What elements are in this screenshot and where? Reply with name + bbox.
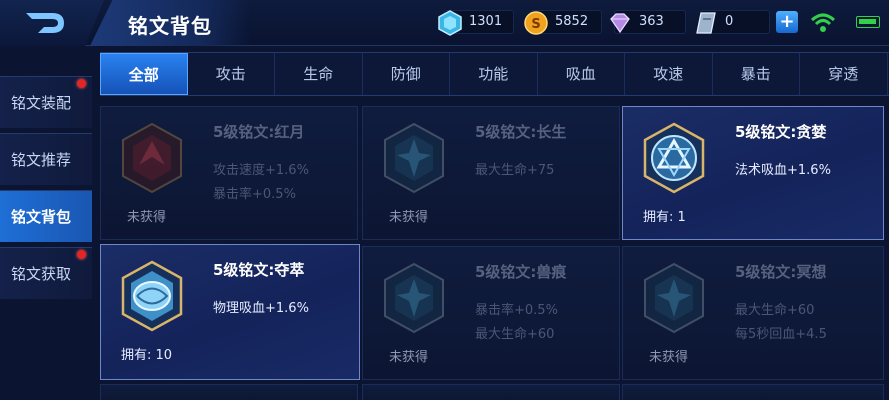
ownership-status: 拥有: 10 xyxy=(121,348,173,363)
inscription-name: 5级铭文:红月 xyxy=(213,123,305,141)
inscription-card-partial[interactable] xyxy=(362,384,620,400)
ownership-status: 未获得 xyxy=(389,210,429,225)
sidebar-item-label: 铭文背包 xyxy=(11,208,72,226)
currency-fragment: 0 xyxy=(696,10,770,34)
inscription-card-partial[interactable] xyxy=(100,384,358,400)
tab-utility[interactable]: 功能 xyxy=(450,53,538,95)
inscription-card[interactable]: 5级铭文:贪婪 法术吸血+1.6% 拥有: 1 xyxy=(622,106,884,240)
currency-gold: S 5852 xyxy=(524,10,602,35)
page-title: 铭文背包 xyxy=(128,14,212,38)
inscription-card[interactable]: 5级铭文:夺萃 物理吸血+1.6% 拥有: 10 xyxy=(100,244,360,380)
top-bar: 铭文背包 1301 S 5852 363 0 + xyxy=(0,0,889,46)
ownership-status: 未获得 xyxy=(127,210,167,225)
tab-health[interactable]: 生命 xyxy=(275,53,363,95)
blue-inscription-gem-icon xyxy=(644,262,704,334)
notification-dot xyxy=(77,79,86,88)
inscription-stat: 法术吸血+1.6% xyxy=(735,163,831,178)
diamond-count: 363 xyxy=(639,14,664,29)
purple-diamond-icon xyxy=(610,13,630,34)
fragment-count: 0 xyxy=(725,14,734,29)
inscription-stat: 最大生命+75 xyxy=(475,163,555,178)
gold-count: 5852 xyxy=(555,14,589,29)
ownership-status: 未获得 xyxy=(389,350,429,365)
tab-attack-speed[interactable]: 攻速 xyxy=(625,53,713,95)
add-currency-button[interactable]: + xyxy=(776,11,798,33)
sidebar-item-obtain[interactable]: 铭文获取 xyxy=(0,247,92,299)
inscription-stat: 最大生命+60 xyxy=(735,303,815,318)
red-inscription-gem-icon xyxy=(122,122,182,194)
inscription-name: 5级铭文:贪婪 xyxy=(735,123,827,141)
ownership-status: 拥有: 1 xyxy=(643,210,686,225)
tab-critical[interactable]: 暴击 xyxy=(713,53,800,95)
inscription-stat: 攻击速度+1.6% xyxy=(213,163,309,178)
sidebar-item-label: 铭文推荐 xyxy=(11,151,72,169)
inscription-card[interactable]: 5级铭文:兽痕 暴击率+0.5% 最大生命+60 未获得 xyxy=(362,246,620,380)
sidebar-item-label: 铭文装配 xyxy=(11,94,72,112)
inscription-name: 5级铭文:夺萃 xyxy=(213,261,305,279)
tab-all[interactable]: 全部 xyxy=(100,53,188,95)
inscription-stat: 物理吸血+1.6% xyxy=(213,301,309,316)
gold-coin-icon: S xyxy=(524,11,548,35)
tab-attack[interactable]: 攻击 xyxy=(188,53,275,95)
svg-text:S: S xyxy=(531,17,540,32)
inscription-stat: 最大生命+60 xyxy=(475,327,555,342)
inscription-stat: 每5秒回血+4.5 xyxy=(735,327,827,342)
sidebar-item-recommend[interactable]: 铭文推荐 xyxy=(0,133,92,185)
inscription-name: 5级铭文:兽痕 xyxy=(475,263,567,281)
inscription-name: 5级铭文:长生 xyxy=(475,123,567,141)
blue-inscription-gem-icon xyxy=(643,122,705,194)
inscription-card[interactable]: 5级铭文:冥想 最大生命+60 每5秒回血+4.5 未获得 xyxy=(622,246,884,380)
currency-diamond: 363 xyxy=(610,10,686,34)
blue-inscription-gem-icon xyxy=(121,260,183,332)
inscription-stat: 暴击率+0.5% xyxy=(475,303,558,318)
sidebar-item-label: 铭文获取 xyxy=(11,265,72,283)
sidebar-item-assemble[interactable]: 铭文装配 xyxy=(0,76,92,128)
tab-defense[interactable]: 防御 xyxy=(363,53,450,95)
ownership-status: 未获得 xyxy=(649,350,689,365)
inscription-card[interactable]: 5级铭文:红月 攻击速度+1.6% 暴击率+0.5% 未获得 xyxy=(100,106,358,240)
blue-inscription-gem-icon xyxy=(384,262,444,334)
inscription-grid: 5级铭文:红月 攻击速度+1.6% 暴击率+0.5% 未获得 5级铭文:长生 最… xyxy=(100,106,889,400)
back-button[interactable] xyxy=(0,0,104,46)
currency-crystal: 1301 xyxy=(438,10,514,36)
crystal-count: 1301 xyxy=(469,14,503,29)
sidebar: 铭文装配 铭文推荐 铭文背包 铭文获取 xyxy=(0,76,92,304)
inscription-card[interactable]: 5级铭文:长生 最大生命+75 未获得 xyxy=(362,106,620,240)
blue-inscription-gem-icon xyxy=(384,122,444,194)
tab-penetration[interactable]: 穿透 xyxy=(800,53,888,95)
battery-icon xyxy=(856,16,880,28)
sidebar-item-backpack[interactable]: 铭文背包 xyxy=(0,190,92,242)
blue-crystal-icon xyxy=(438,10,462,36)
wifi-icon xyxy=(810,13,836,32)
inscription-name: 5级铭文:冥想 xyxy=(735,263,827,281)
back-arrow-icon xyxy=(26,13,64,33)
inscription-fragment-icon xyxy=(696,12,716,34)
inscription-card-partial[interactable] xyxy=(622,384,884,400)
filter-tabs: 全部 攻击 生命 防御 功能 吸血 攻速 暴击 穿透 xyxy=(100,52,889,96)
inscription-stat: 暴击率+0.5% xyxy=(213,187,296,202)
tab-lifesteal[interactable]: 吸血 xyxy=(538,53,625,95)
notification-dot xyxy=(77,250,86,259)
